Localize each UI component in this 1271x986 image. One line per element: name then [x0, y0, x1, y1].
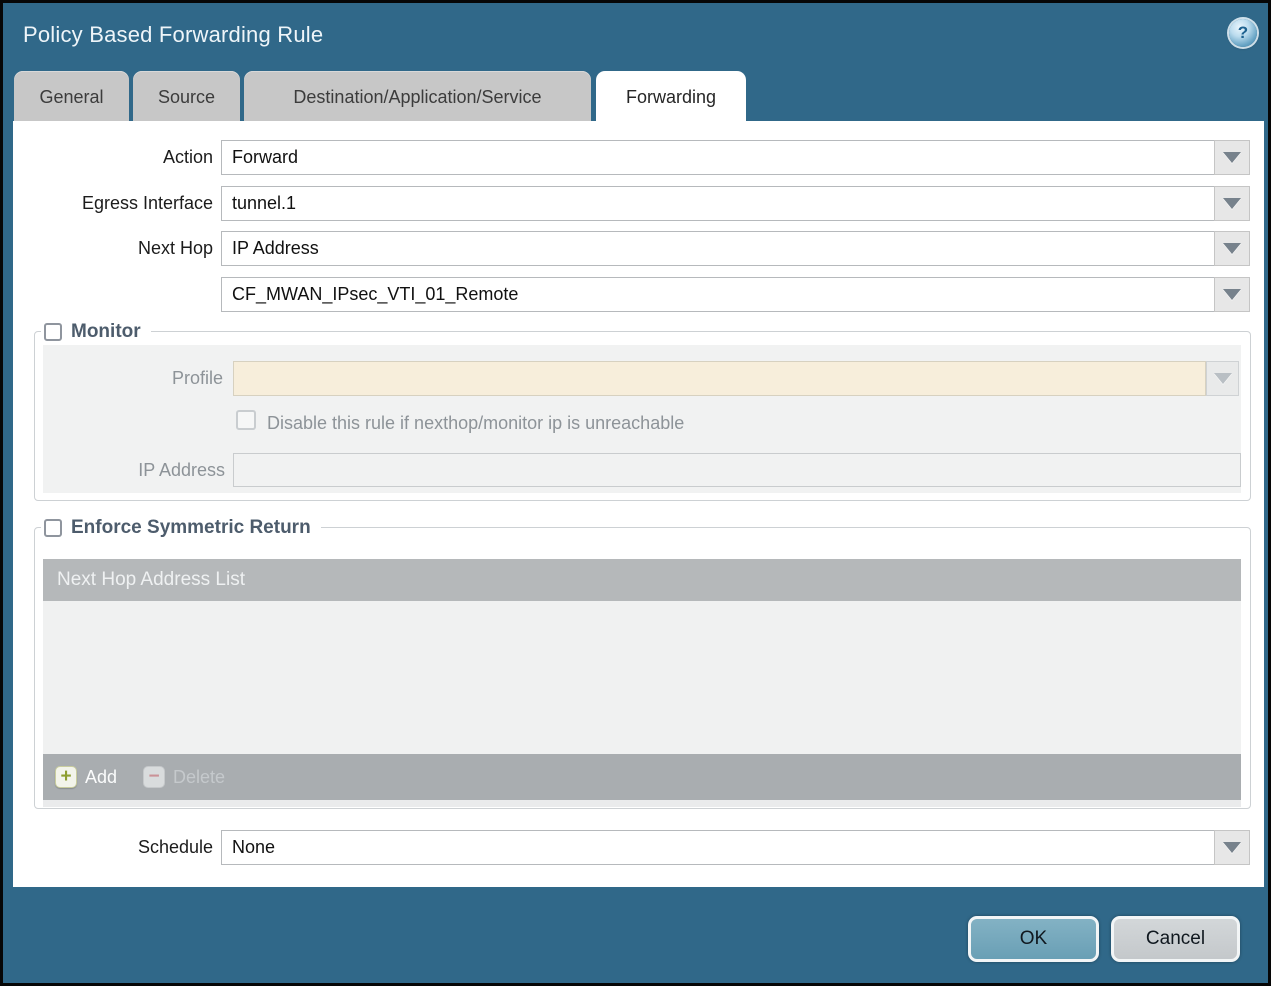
add-button[interactable]: + Add [55, 766, 117, 788]
tab-general[interactable]: General [14, 71, 129, 121]
chevron-down-icon [1223, 289, 1241, 300]
next-hop-label: Next Hop [137, 238, 213, 258]
symmetric-return-group-title: Enforce Symmetric Return [71, 517, 311, 538]
egress-interface-select[interactable] [221, 186, 1215, 221]
monitor-legend: Monitor [41, 320, 151, 344]
delete-icon: − [143, 766, 166, 788]
disable-rule-label: Disable this rule if nexthop/monitor ip … [267, 413, 685, 433]
schedule-dropdown-button[interactable] [1214, 830, 1250, 865]
ok-button[interactable]: OK [968, 916, 1099, 962]
window-title: Policy Based Forwarding Rule [23, 22, 324, 47]
cancel-button[interactable]: Cancel [1111, 916, 1240, 962]
tab-destination-application-service[interactable]: Destination/Application/Service [244, 71, 591, 121]
next-hop-address-list-footer: + Add − Delete [43, 754, 1241, 800]
help-icon[interactable]: ? [1229, 19, 1257, 47]
chevron-down-icon [1223, 243, 1241, 254]
profile-select [233, 361, 1206, 396]
list-bottom-strip [43, 800, 1241, 807]
next-hop-address-select[interactable] [221, 277, 1215, 312]
monitor-ip-address-label: IP Address [138, 460, 225, 480]
action-select[interactable] [221, 140, 1215, 175]
next-hop-type-dropdown-button[interactable] [1214, 231, 1250, 266]
symmetric-return-legend: Enforce Symmetric Return [41, 516, 321, 540]
action-dropdown-button[interactable] [1214, 140, 1250, 175]
profile-dropdown-button [1206, 361, 1239, 396]
tab-source[interactable]: Source [133, 71, 240, 121]
chevron-down-icon [1223, 842, 1241, 853]
add-icon: + [55, 766, 77, 788]
profile-label: Profile [171, 368, 223, 388]
next-hop-address-list-header: Next Hop Address List [43, 559, 1241, 601]
schedule-select[interactable] [221, 830, 1215, 865]
egress-interface-dropdown-button[interactable] [1214, 186, 1250, 221]
policy-based-forwarding-dialog: Policy Based Forwarding Rule ? General S… [0, 0, 1271, 986]
chevron-down-icon [1223, 152, 1241, 163]
next-hop-address-list-body[interactable] [43, 601, 1241, 754]
action-label: Action [162, 147, 213, 167]
next-hop-address-dropdown-button[interactable] [1214, 277, 1250, 312]
monitor-group-title: Monitor [71, 321, 141, 342]
next-hop-type-select[interactable] [221, 231, 1215, 266]
disable-rule-checkbox [236, 410, 256, 430]
delete-button-label: Delete [173, 766, 226, 787]
monitor-ip-address-input [233, 453, 1241, 487]
egress-interface-label: Egress Interface [81, 193, 213, 213]
chevron-down-icon [1213, 373, 1232, 384]
add-button-label: Add [85, 766, 118, 787]
schedule-label: Schedule [137, 837, 213, 857]
symmetric-return-checkbox[interactable] [44, 519, 62, 537]
tab-forwarding[interactable]: Forwarding [596, 71, 746, 121]
delete-button[interactable]: − Delete [143, 766, 225, 788]
monitor-checkbox[interactable] [44, 323, 62, 341]
chevron-down-icon [1223, 198, 1241, 209]
